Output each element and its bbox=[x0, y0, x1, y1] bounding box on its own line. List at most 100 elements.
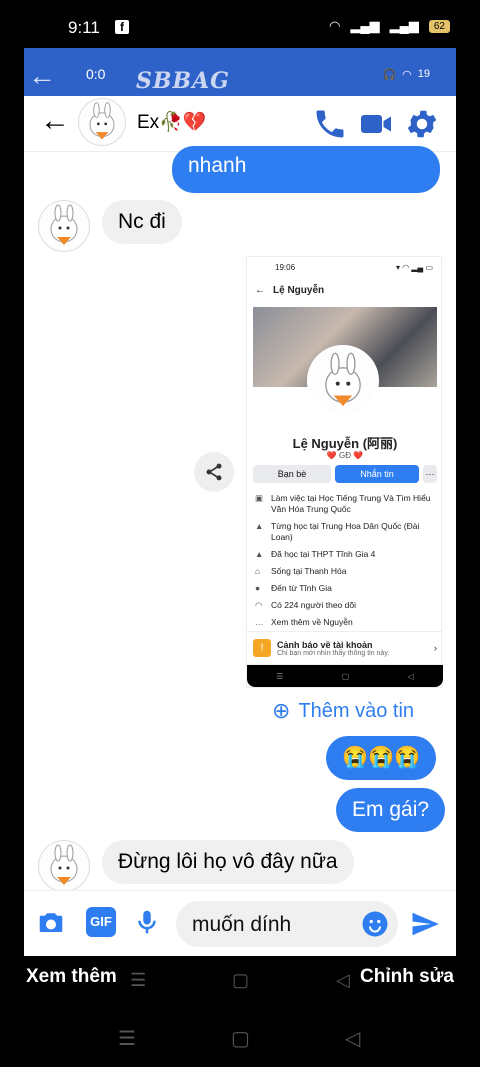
location-icon: ● bbox=[255, 583, 261, 593]
more-label: ··· bbox=[425, 469, 435, 479]
message-button: Nhắn tin bbox=[335, 465, 419, 483]
friends-label: Bạn bè bbox=[277, 469, 307, 479]
message-text: Đừng lôi họ vô đây nữa bbox=[118, 850, 338, 873]
gif-button[interactable]: GIF bbox=[86, 907, 116, 937]
back-arrow-icon[interactable]: ← bbox=[28, 60, 56, 92]
add-to-story-button[interactable]: ⊕ Thêm vào tin bbox=[272, 698, 414, 724]
message-text: Em gái? bbox=[352, 798, 430, 821]
menu-icon: ☰ bbox=[276, 671, 284, 681]
message-in[interactable]: Đừng lôi họ vô đây nữa bbox=[102, 840, 354, 884]
info-text: Từng học tại Trung Hoa Dân Quốc (Đài Loa… bbox=[271, 521, 420, 542]
profile-subtitle: ❤️ GĐ ❤️ bbox=[326, 451, 364, 460]
back-icon[interactable]: ◁ bbox=[345, 1026, 360, 1051]
home-icon[interactable]: ▢ bbox=[231, 1026, 250, 1051]
add-story-label: Thêm vào tin bbox=[298, 699, 415, 722]
video-call-icon[interactable] bbox=[358, 106, 394, 142]
composer: GIF muốn dính bbox=[24, 890, 456, 956]
friends-button: Bạn bè bbox=[253, 465, 331, 483]
emoji-icon[interactable] bbox=[360, 909, 390, 939]
signal-icon-2: ▂▄▆ bbox=[389, 18, 419, 33]
pc-header-name: Lệ Nguyễn bbox=[273, 284, 325, 296]
wifi-icon: ◠ bbox=[329, 18, 341, 33]
shared-image[interactable]: 19:06 ▾ ◠ ▂▄ ▭ ← Lệ Nguyễn Lệ Nguyễn (阿丽… bbox=[246, 256, 443, 688]
camera-icon[interactable] bbox=[36, 907, 66, 937]
menu-icon[interactable]: ☰ bbox=[130, 970, 146, 991]
avatar[interactable] bbox=[38, 200, 90, 252]
signal-icon: ▂▄▆ bbox=[350, 18, 380, 33]
inner-status-icons: 🎧 ◠ 19 bbox=[382, 68, 430, 81]
facebook-icon: f bbox=[115, 20, 129, 34]
message-out[interactable]: nhanh bbox=[172, 146, 440, 193]
message-text: 😭😭😭 bbox=[342, 746, 421, 769]
avatar[interactable] bbox=[38, 840, 90, 892]
outer-clock: 9:11 bbox=[68, 18, 100, 37]
battery-icon: 19 bbox=[417, 68, 430, 80]
profile-name: Lệ Nguyễn (阿丽) bbox=[292, 436, 398, 451]
warning-icon: ! bbox=[253, 639, 271, 657]
chat-area[interactable]: nhanh Nc đi 19:06 ▾ ◠ ▂▄ ▭ ← Lệ Nguyễn L… bbox=[24, 146, 456, 892]
profile-info-list: ▣ Làm việc tại Học Tiếng Trung Và Tìm Hiể… bbox=[255, 493, 437, 634]
info-row: ◠ Có 224 người theo dõi bbox=[255, 600, 437, 611]
watermark-text: SBBAG bbox=[136, 68, 230, 94]
home-icon: ▢ bbox=[341, 671, 350, 681]
screenshot-preview: ← 0:0 SBBAG 🎧 ◠ 19 ← Ex🥀💔 nhanh Nc đi 19… bbox=[24, 48, 456, 956]
warning-subtitle: Chỉ bạn mới nhìn thấy thông tin này. bbox=[277, 649, 390, 657]
message-text: nhanh bbox=[188, 154, 247, 177]
info-row: ▣ Làm việc tại Học Tiếng Trung Và Tìm Hiể… bbox=[255, 493, 437, 515]
back-arrow-icon[interactable]: ← bbox=[40, 104, 70, 138]
pc-status-bar: 19:06 ▾ ◠ ▂▄ ▭ bbox=[247, 257, 441, 277]
back-icon[interactable]: ◁ bbox=[336, 970, 350, 991]
home-icon[interactable]: ▢ bbox=[232, 970, 249, 991]
outer-status-bar: 9:11 f ◠ ▂▄▆ ▂▄▆ 62 bbox=[0, 0, 480, 48]
send-icon[interactable] bbox=[410, 909, 440, 939]
headset-icon: 🎧 bbox=[382, 69, 397, 81]
message-out[interactable]: 😭😭😭 bbox=[326, 736, 437, 780]
info-row: ▲ Từng học tại Trung Hoa Dân Quốc (Đài Lo… bbox=[255, 521, 437, 543]
message-out[interactable]: Em gái? bbox=[336, 788, 446, 832]
info-text: Đến từ Tĩnh Gia bbox=[271, 583, 332, 593]
info-text: Đã học tại THPT Tĩnh Gia 4 bbox=[271, 549, 376, 559]
share-icon bbox=[206, 463, 222, 481]
contact-name[interactable]: Ex🥀💔 bbox=[137, 110, 207, 134]
info-text: Xem thêm về Nguyễn bbox=[271, 617, 353, 627]
message-text: Nc đi bbox=[118, 210, 166, 233]
image-viewer-bottom-bar: Xem thêm Chỉnh sửa ☰ ▢ ◁ ☰ ▢ ◁ bbox=[0, 956, 480, 1067]
pc-status-icons: ▾ ◠ ▂▄ ▭ bbox=[395, 263, 433, 272]
microphone-icon[interactable] bbox=[132, 907, 162, 937]
more-button: ··· bbox=[423, 465, 437, 483]
warning-title: Cảnh báo về tài khoản bbox=[277, 639, 373, 650]
phone-icon[interactable] bbox=[312, 106, 348, 142]
avatar[interactable] bbox=[78, 98, 126, 146]
inner-clock: 0:0 bbox=[86, 66, 106, 82]
plus-circle-icon: ⊕ bbox=[272, 698, 291, 723]
info-row: ⌂ Sống tại Thanh Hóa bbox=[255, 566, 437, 577]
profile-picture bbox=[307, 345, 379, 417]
chat-header: ← Ex🥀💔 bbox=[24, 96, 456, 152]
profile-buttons: Bạn bè Nhắn tin ··· bbox=[253, 465, 437, 483]
message-label: Nhắn tin bbox=[360, 469, 394, 479]
share-button[interactable] bbox=[194, 452, 234, 492]
message-in[interactable]: Nc đi bbox=[102, 200, 182, 244]
wifi-icon: ◠ bbox=[402, 69, 412, 81]
graduation-icon: ▲ bbox=[255, 549, 264, 559]
edit-button[interactable]: Chỉnh sửa bbox=[360, 966, 454, 988]
info-text: Làm việc tại Học Tiếng Trung Và Tìm Hiểu… bbox=[271, 493, 431, 514]
graduation-icon: ▲ bbox=[255, 521, 264, 531]
inner-status-bar: ← 0:0 SBBAG 🎧 ◠ 19 bbox=[24, 48, 456, 96]
chevron-right-icon: › bbox=[434, 643, 437, 653]
home-icon: ⌂ bbox=[255, 566, 261, 576]
pc-header: ← Lệ Nguyễn bbox=[247, 277, 441, 303]
back-arrow-icon: ← bbox=[255, 284, 265, 296]
pc-nav-bar: ☰ ▢ ◁ bbox=[247, 665, 443, 687]
info-row: … Xem thêm về Nguyễn bbox=[255, 617, 437, 628]
see-more-button[interactable]: Xem thêm bbox=[26, 966, 117, 988]
gear-icon[interactable] bbox=[404, 106, 440, 142]
battery-icon: 62 bbox=[428, 19, 450, 33]
info-text: Có 224 người theo dõi bbox=[271, 600, 356, 610]
menu-icon[interactable]: ☰ bbox=[118, 1026, 136, 1051]
followers-icon: ◠ bbox=[255, 600, 263, 610]
info-row: ● Đến từ Tĩnh Gia bbox=[255, 583, 437, 594]
more-dots-icon: … bbox=[255, 617, 264, 627]
account-warning: ! Cảnh báo về tài khoản Chỉ bạn mới nhìn… bbox=[247, 631, 443, 665]
briefcase-icon: ▣ bbox=[255, 493, 264, 503]
